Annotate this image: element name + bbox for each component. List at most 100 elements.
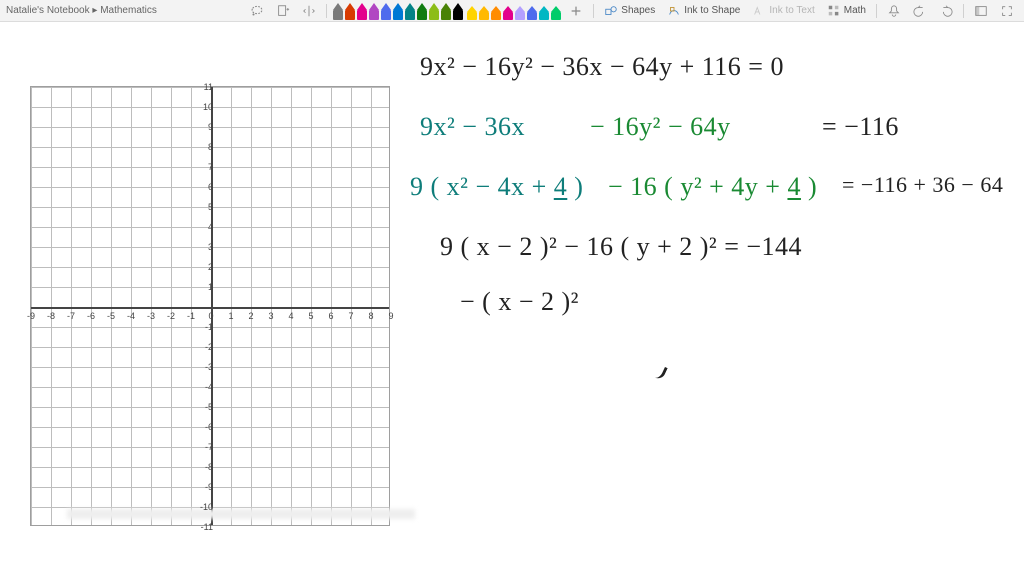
x-tick: -9 (27, 311, 35, 321)
ink-to-text-button[interactable]: Ink to Text (748, 2, 818, 20)
equation-line-2-x-terms: 9x² − 36x (420, 112, 525, 142)
x-axis (31, 307, 389, 309)
y-tick: 6 (199, 182, 213, 192)
pen-tool[interactable] (441, 2, 451, 20)
lasso-select-button[interactable] (246, 2, 268, 20)
equation-line-1: 9x² − 16y² − 36x − 64y + 116 = 0 (420, 52, 784, 82)
page-canvas[interactable]: -9-8-7-6-5-4-3-2-10123456789123456789101… (0, 22, 1024, 576)
y-tick: -11 (199, 522, 213, 532)
fullscreen-button[interactable] (996, 2, 1018, 20)
equation-line-3-y-group: − 16 ( y² + 4y + 4 ) (608, 172, 817, 202)
pen-tool[interactable] (369, 2, 379, 20)
y-tick: 9 (199, 122, 213, 132)
x-tick: 4 (288, 311, 293, 321)
ink-to-shape-label: Ink to Shape (684, 5, 740, 16)
dock-icon (974, 4, 988, 18)
x-tick: -6 (87, 311, 95, 321)
add-page-button[interactable] (272, 2, 294, 20)
eq3-x-prefix: 9 ( x² − 4x + (410, 172, 554, 201)
highlighter-tool[interactable] (551, 2, 561, 20)
equation-line-2-y-terms: − 16y² − 64y (590, 112, 731, 142)
y-tick: -7 (199, 442, 213, 452)
x-tick: 9 (388, 311, 393, 321)
x-tick: -1 (187, 311, 195, 321)
plus-icon (569, 4, 583, 18)
bell-icon (887, 4, 901, 18)
x-tick: -4 (127, 311, 135, 321)
equation-line-5: − ( x − 2 )² (460, 287, 579, 317)
math-button[interactable]: Math (823, 2, 870, 20)
insert-space-icon (302, 4, 316, 18)
eq3-y-complete-square: 4 (787, 172, 801, 201)
highlighter-tool[interactable] (467, 2, 477, 20)
y-tick: 3 (199, 242, 213, 252)
separator (963, 4, 964, 18)
equation-line-3-rhs: = −116 + 36 − 64 (842, 172, 1003, 198)
eq3-y-prefix: − 16 ( y² + 4y + (608, 172, 787, 201)
math-label: Math (844, 5, 866, 16)
highlighter-tool[interactable] (515, 2, 525, 20)
ink-to-text-icon (752, 4, 766, 18)
undo-button[interactable] (909, 2, 931, 20)
pen-tool[interactable] (405, 2, 415, 20)
x-tick: 1 (228, 311, 233, 321)
math-icon (827, 4, 841, 18)
highlighter-tool[interactable] (479, 2, 489, 20)
y-tick: -8 (199, 462, 213, 472)
dock-button[interactable] (970, 2, 992, 20)
y-tick: 8 (199, 142, 213, 152)
pen-tool[interactable] (393, 2, 403, 20)
equation-line-4: 9 ( x − 2 )² − 16 ( y + 2 )² = −144 (440, 232, 802, 262)
y-axis (211, 87, 213, 525)
redo-button[interactable] (935, 2, 957, 20)
eq3-y-suffix: ) (801, 172, 817, 201)
separator (876, 4, 877, 18)
pen-tool[interactable] (429, 2, 439, 20)
pen-tool[interactable] (357, 2, 367, 20)
notifications-button[interactable] (883, 2, 905, 20)
x-tick: -3 (147, 311, 155, 321)
pen-tool[interactable] (381, 2, 391, 20)
shapes-icon (604, 4, 618, 18)
x-tick: 3 (268, 311, 273, 321)
pen-tool[interactable] (345, 2, 355, 20)
pen-tool[interactable] (333, 2, 343, 20)
ink-to-shape-button[interactable]: Ink to Shape (663, 2, 744, 20)
x-tick: -8 (47, 311, 55, 321)
x-tick: -7 (67, 311, 75, 321)
insert-space-button[interactable] (298, 2, 320, 20)
highlighter-tool[interactable] (527, 2, 537, 20)
y-tick: 7 (199, 162, 213, 172)
lasso-icon (250, 4, 264, 18)
add-page-icon (276, 4, 290, 18)
y-tick: -3 (199, 362, 213, 372)
y-tick: 11 (199, 82, 213, 92)
pen-palette (333, 2, 463, 20)
y-tick: 2 (199, 262, 213, 272)
shapes-label: Shapes (621, 5, 655, 16)
y-tick: 5 (199, 202, 213, 212)
y-tick: 4 (199, 222, 213, 232)
x-tick: -5 (107, 311, 115, 321)
undo-icon (913, 4, 927, 18)
y-tick: 10 (199, 102, 213, 112)
y-tick: -9 (199, 482, 213, 492)
x-tick: 7 (348, 311, 353, 321)
fullscreen-icon (1000, 4, 1014, 18)
highlighter-tool[interactable] (503, 2, 513, 20)
highlighter-tool[interactable] (539, 2, 549, 20)
grid-shadow (67, 509, 415, 519)
pen-tool[interactable] (417, 2, 427, 20)
highlighter-tool[interactable] (491, 2, 501, 20)
y-tick: -1 (199, 322, 213, 332)
eq3-x-complete-square: 4 (554, 172, 568, 201)
x-tick: 6 (328, 311, 333, 321)
add-pen-button[interactable] (565, 2, 587, 20)
y-tick: -6 (199, 422, 213, 432)
x-tick: 5 (308, 311, 313, 321)
pen-tool[interactable] (453, 2, 463, 20)
x-tick: -2 (167, 311, 175, 321)
shapes-button[interactable]: Shapes (600, 2, 659, 20)
x-tick: 2 (248, 311, 253, 321)
x-tick: 0 (208, 311, 213, 321)
